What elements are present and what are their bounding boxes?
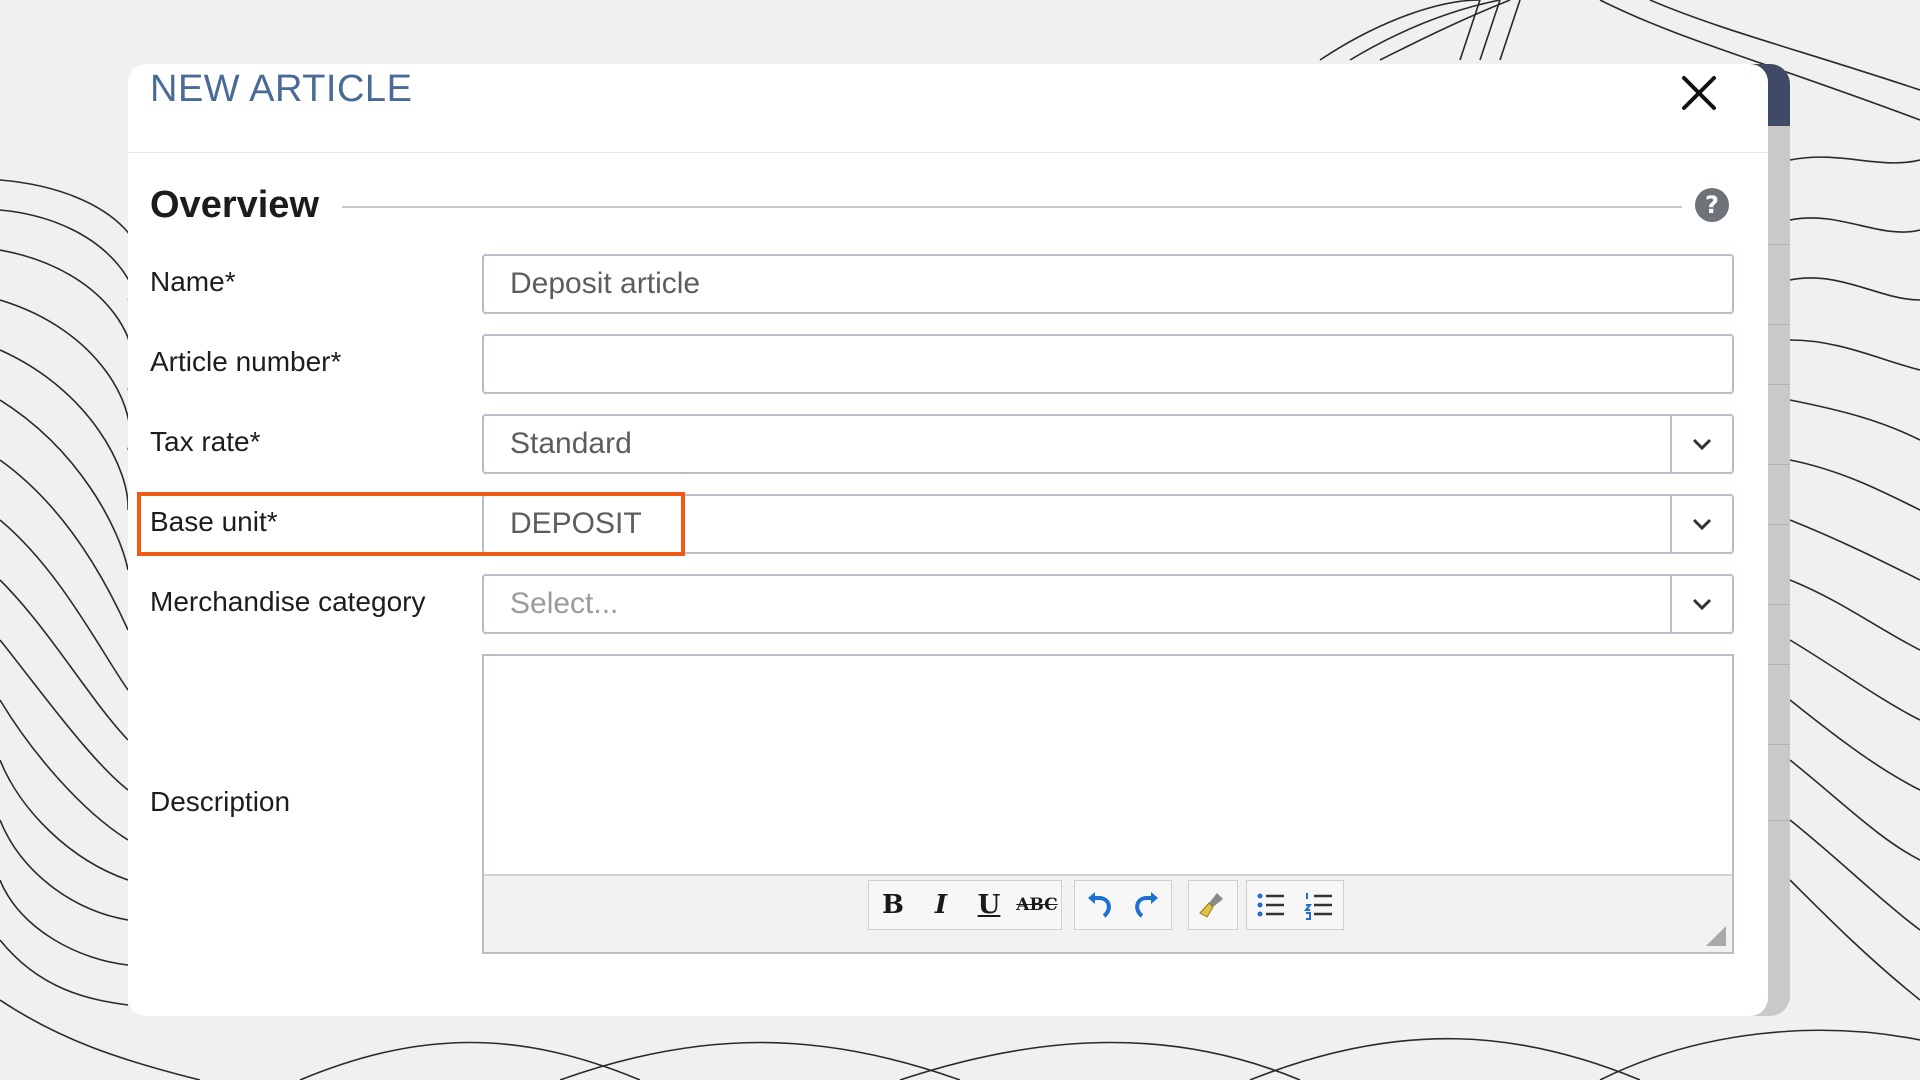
text-style-group: B I U ABC <box>868 880 1062 930</box>
help-icon[interactable]: ? <box>1695 188 1729 222</box>
bold-button[interactable]: B <box>869 881 917 929</box>
undo-button[interactable] <box>1075 881 1123 929</box>
clean-format-icon <box>1199 893 1223 918</box>
merchandise-category-dropdown-button[interactable] <box>1670 576 1732 632</box>
bullet-list-icon <box>1257 893 1284 917</box>
history-group <box>1074 880 1172 930</box>
dialog-header: NEW ARTICLE <box>128 64 1768 153</box>
base-unit-dropdown-button[interactable] <box>1670 496 1732 552</box>
article-number-label: Article number* <box>150 346 342 377</box>
format-group <box>1188 880 1238 930</box>
strikethrough-button[interactable]: ABC <box>1013 881 1061 929</box>
description-editor[interactable]: B I U ABC <box>482 654 1734 954</box>
tax-rate-label: Tax rate* <box>150 426 261 457</box>
redo-icon <box>1135 892 1158 918</box>
bullet-list-button[interactable] <box>1247 881 1295 929</box>
article-number-input[interactable] <box>482 334 1734 394</box>
description-label: Description <box>150 786 291 817</box>
base-unit-highlight <box>137 492 685 556</box>
clean-format-button[interactable] <box>1189 881 1237 929</box>
chevron-down-icon <box>1692 598 1712 611</box>
tax-rate-dropdown-button[interactable] <box>1670 416 1732 472</box>
numbered-list-button[interactable] <box>1295 881 1343 929</box>
name-input[interactable]: Deposit article <box>482 254 1734 314</box>
chevron-down-icon <box>1692 518 1712 531</box>
tax-rate-select[interactable]: Standard <box>482 414 1734 474</box>
section-title: Overview <box>150 184 319 226</box>
merchandise-category-select[interactable]: Select... <box>482 574 1734 634</box>
chevron-down-icon <box>1692 438 1712 451</box>
close-button[interactable] <box>1674 68 1724 118</box>
list-group <box>1246 880 1344 930</box>
numbered-list-icon <box>1303 893 1332 920</box>
tax-rate-value: Standard <box>510 427 632 460</box>
section-divider <box>342 206 1682 208</box>
italic-button[interactable]: I <box>917 881 965 929</box>
close-icon <box>1682 76 1716 110</box>
merchandise-category-placeholder: Select... <box>510 587 619 620</box>
undo-icon <box>1088 892 1111 918</box>
redo-button[interactable] <box>1123 881 1171 929</box>
new-article-dialog: NEW ARTICLE Overview ? Name* Deposit art… <box>128 64 1768 1016</box>
editor-toolbar: B I U ABC <box>484 874 1732 952</box>
merchandise-category-label: Merchandise category <box>150 586 426 617</box>
dialog-title: NEW ARTICLE <box>150 68 413 110</box>
name-value: Deposit article <box>510 267 701 300</box>
underline-button[interactable]: U <box>965 881 1013 929</box>
name-label: Name* <box>150 266 236 297</box>
resize-handle-icon[interactable] <box>1706 926 1726 946</box>
